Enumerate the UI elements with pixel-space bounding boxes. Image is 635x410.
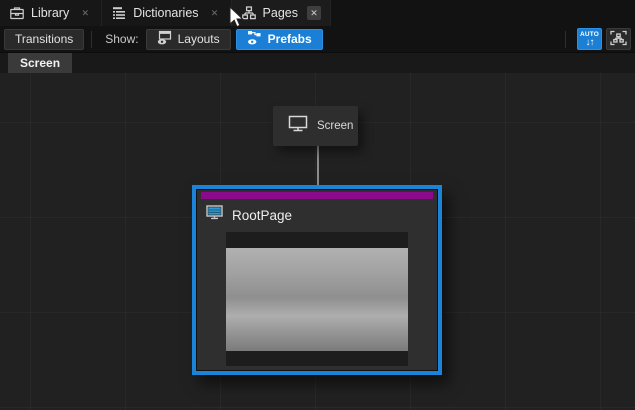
node-connector-line	[317, 145, 319, 186]
preview-bottom-strip	[226, 351, 408, 366]
preview-content-area	[226, 248, 408, 351]
prefabs-visibility-icon	[247, 30, 262, 48]
layouts-visibility-icon	[157, 30, 172, 48]
tab-label: Pages	[263, 6, 298, 20]
show-label: Show:	[105, 32, 138, 46]
layouts-toggle-button[interactable]: Layouts	[146, 29, 231, 50]
page-graph-canvas[interactable]: Screen RootPage	[0, 73, 635, 410]
pages-icon	[242, 6, 256, 20]
page-monitor-icon	[206, 205, 223, 225]
prefabs-button-label: Prefabs	[268, 32, 312, 46]
toolbar-separator	[565, 31, 566, 48]
root-page-node-body: RootPage	[197, 190, 437, 370]
page-accent-bar	[201, 192, 433, 199]
monitor-icon	[288, 115, 308, 137]
tab-label: Library	[31, 6, 69, 20]
tab-dictionaries[interactable]: Dictionaries ✕	[102, 0, 231, 26]
tab-library[interactable]: Library ✕	[0, 0, 102, 26]
document-tab-bar: Library ✕ Dictionaries ✕ Pages ✕	[0, 0, 635, 26]
auto-arrange-arrows-icon: ↓↑	[586, 38, 594, 48]
fit-graph-to-view-button[interactable]	[606, 28, 631, 50]
pages-editor-window: { "tabbar": { "tabs": [ {"label": "Libra…	[0, 0, 635, 410]
breadcrumb-screen[interactable]: Screen	[8, 53, 72, 73]
transitions-button[interactable]: Transitions	[4, 29, 84, 50]
auto-arrange-button[interactable]: AUTO ↓↑	[577, 28, 602, 50]
graph-breadcrumb-bar: Screen	[0, 53, 635, 73]
close-icon[interactable]: ✕	[78, 6, 92, 20]
root-page-node[interactable]: RootPage	[192, 185, 442, 375]
preview-top-strip	[226, 232, 408, 248]
layouts-button-label: Layouts	[178, 32, 220, 46]
dictionaries-icon	[112, 6, 126, 20]
tab-label: Dictionaries	[133, 6, 198, 20]
close-icon[interactable]: ✕	[208, 6, 222, 20]
pages-toolbar: Transitions Show: Layouts Prefabs	[0, 26, 635, 53]
fit-to-view-icon	[610, 30, 627, 49]
prefabs-toggle-button[interactable]: Prefabs	[236, 29, 323, 50]
library-icon	[10, 6, 24, 20]
page-preview-thumbnail	[226, 232, 408, 366]
close-icon[interactable]: ✕	[307, 6, 321, 20]
screen-node[interactable]: Screen	[273, 106, 358, 146]
screen-node-label: Screen	[317, 120, 353, 132]
tab-pages[interactable]: Pages ✕	[232, 0, 331, 26]
toolbar-separator	[91, 31, 92, 48]
root-page-node-label: RootPage	[232, 208, 292, 223]
root-page-node-header: RootPage	[197, 199, 437, 228]
